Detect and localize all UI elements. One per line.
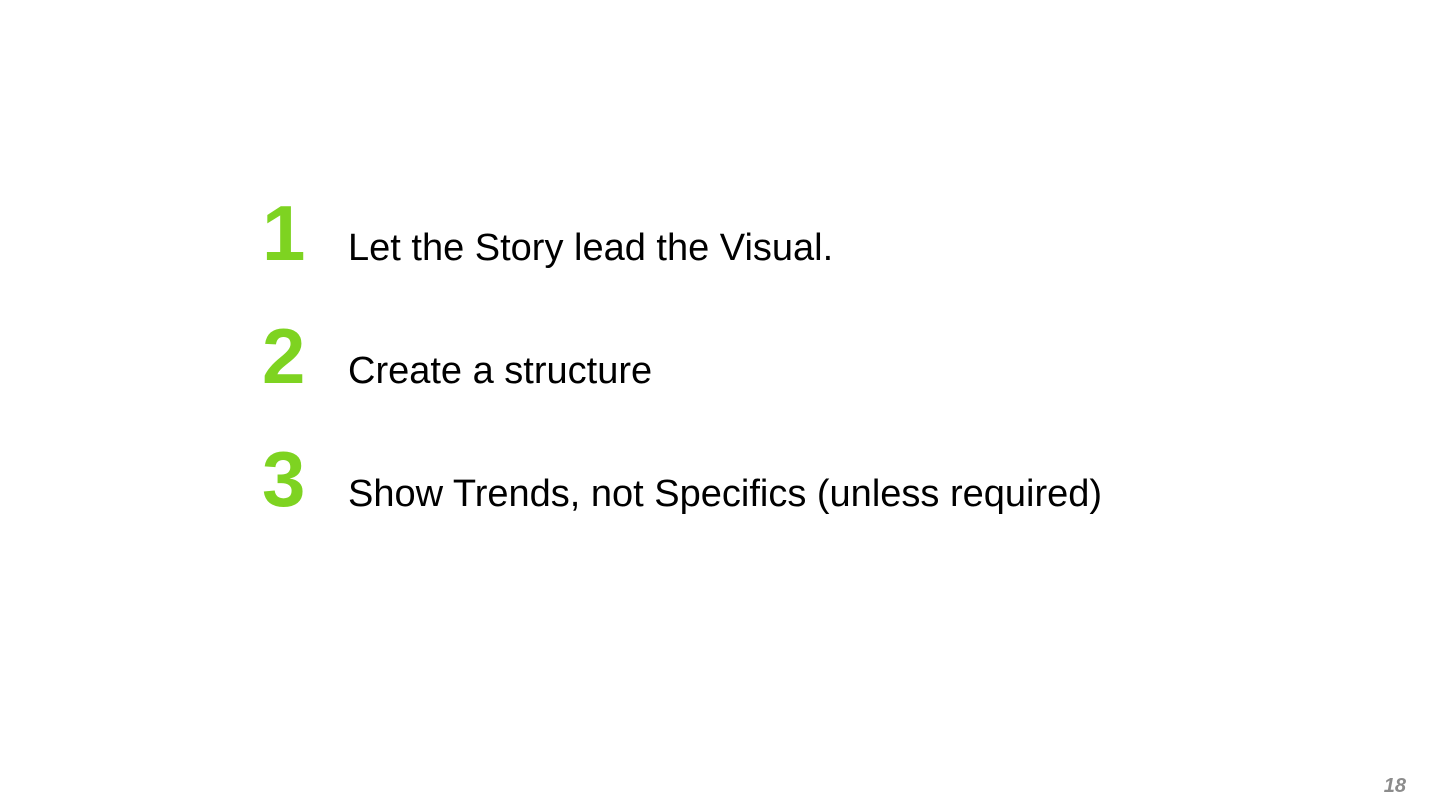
- item-number: 1: [262, 189, 306, 277]
- list-item: 2 Create a structure: [262, 317, 652, 395]
- list-item: 1 Let the Story lead the Visual.: [262, 194, 833, 272]
- list-item: 3 Show Trends, not Specifics (unless req…: [262, 440, 1102, 518]
- item-text: Show Trends, not Specifics (unless requi…: [348, 473, 1103, 515]
- item-number: 3: [262, 435, 306, 523]
- item-text: Create a structure: [348, 350, 653, 392]
- item-number: 2: [262, 312, 306, 400]
- item-text: Let the Story lead the Visual.: [348, 227, 834, 269]
- slide: 1 Let the Story lead the Visual. 2 Creat…: [0, 0, 1440, 810]
- page-number: 18: [1383, 775, 1406, 797]
